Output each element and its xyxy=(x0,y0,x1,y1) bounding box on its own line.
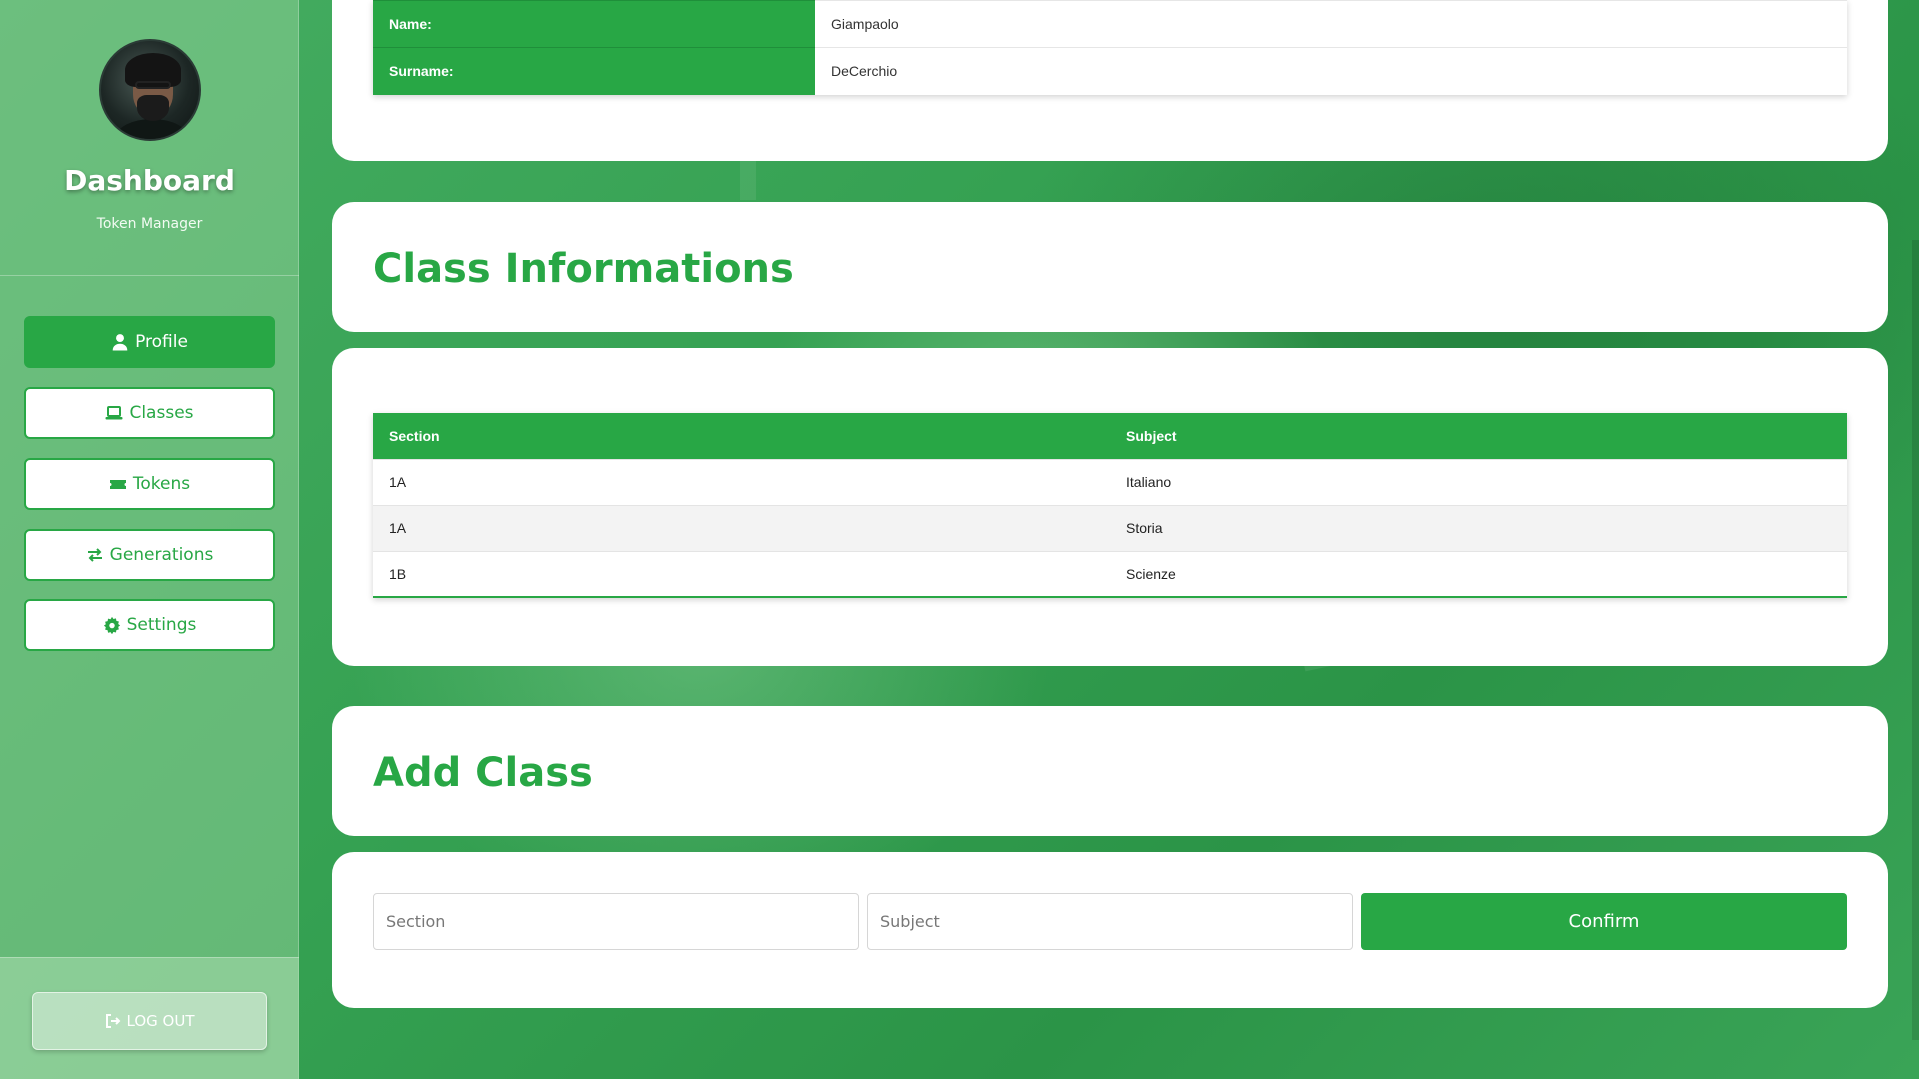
nav-tokens-button[interactable]: Tokens xyxy=(24,458,275,510)
nav-settings-button[interactable]: Settings xyxy=(24,599,275,651)
column-header-subject: Subject xyxy=(1110,413,1847,459)
laptop-icon xyxy=(105,406,123,420)
class-info-title: Class Informations xyxy=(373,246,794,292)
subject-cell: Scienze xyxy=(1110,550,1847,597)
sidebar-footer: LOG OUT xyxy=(0,957,299,1079)
subject-input[interactable] xyxy=(867,893,1353,950)
table-row: 1B Scienze xyxy=(373,550,1847,597)
section-cell: 1B xyxy=(373,550,1110,597)
table-header-row: Section Subject xyxy=(373,413,1847,459)
add-class-header-card: Add Class xyxy=(332,706,1888,836)
table-row: Surname: DeCerchio xyxy=(373,47,1847,95)
class-info-header-card: Class Informations xyxy=(332,202,1888,332)
nav-classes-button[interactable]: Classes xyxy=(24,387,275,439)
class-table-card: Section Subject 1A Italiano 1A Storia 1B… xyxy=(332,348,1888,666)
nav-tokens-label: Tokens xyxy=(132,474,191,494)
surname-key: Surname: xyxy=(373,47,815,95)
nav-profile-button[interactable]: Profile xyxy=(24,316,275,368)
profile-table: Name: Giampaolo Surname: DeCerchio xyxy=(373,0,1847,95)
table-row: 1A Italiano xyxy=(373,458,1847,505)
subject-cell: Storia xyxy=(1110,504,1847,551)
name-value: Giampaolo xyxy=(815,0,1847,48)
ticket-icon xyxy=(109,480,126,489)
sidebar-header: Dashboard Token Manager xyxy=(0,0,299,276)
nav-generations-label: Generations xyxy=(109,545,214,565)
exchange-icon xyxy=(87,548,102,562)
table-row: 1A Storia xyxy=(373,504,1847,551)
section-input[interactable] xyxy=(373,893,859,950)
sign-out-icon xyxy=(105,1014,120,1028)
confirm-button[interactable]: Confirm xyxy=(1361,893,1847,950)
table-row: Name: Giampaolo xyxy=(373,0,1847,48)
section-cell: 1A xyxy=(373,504,1110,551)
nav-settings-label: Settings xyxy=(126,615,197,635)
user-icon xyxy=(112,334,128,351)
add-class-form-card: Confirm xyxy=(332,852,1888,1008)
avatar xyxy=(99,39,201,141)
gear-icon xyxy=(103,616,120,634)
logout-label: LOG OUT xyxy=(126,1012,195,1030)
sidebar: Dashboard Token Manager Profile Classes … xyxy=(0,0,299,1079)
surname-value: DeCerchio xyxy=(815,47,1847,95)
add-class-title: Add Class xyxy=(373,750,593,796)
name-key: Name: xyxy=(373,0,815,48)
sidebar-title: Dashboard xyxy=(64,164,235,197)
sidebar-subtitle: Token Manager xyxy=(96,216,203,232)
nav-generations-button[interactable]: Generations xyxy=(24,529,275,581)
class-table: Section Subject 1A Italiano 1A Storia 1B… xyxy=(373,413,1847,598)
subject-cell: Italiano xyxy=(1110,458,1847,505)
logout-button[interactable]: LOG OUT xyxy=(32,992,267,1050)
nav-profile-label: Profile xyxy=(135,332,188,352)
scrollbar[interactable] xyxy=(1912,240,1919,1040)
nav-classes-label: Classes xyxy=(129,403,194,423)
section-cell: 1A xyxy=(373,458,1110,505)
column-header-section: Section xyxy=(373,413,1110,459)
